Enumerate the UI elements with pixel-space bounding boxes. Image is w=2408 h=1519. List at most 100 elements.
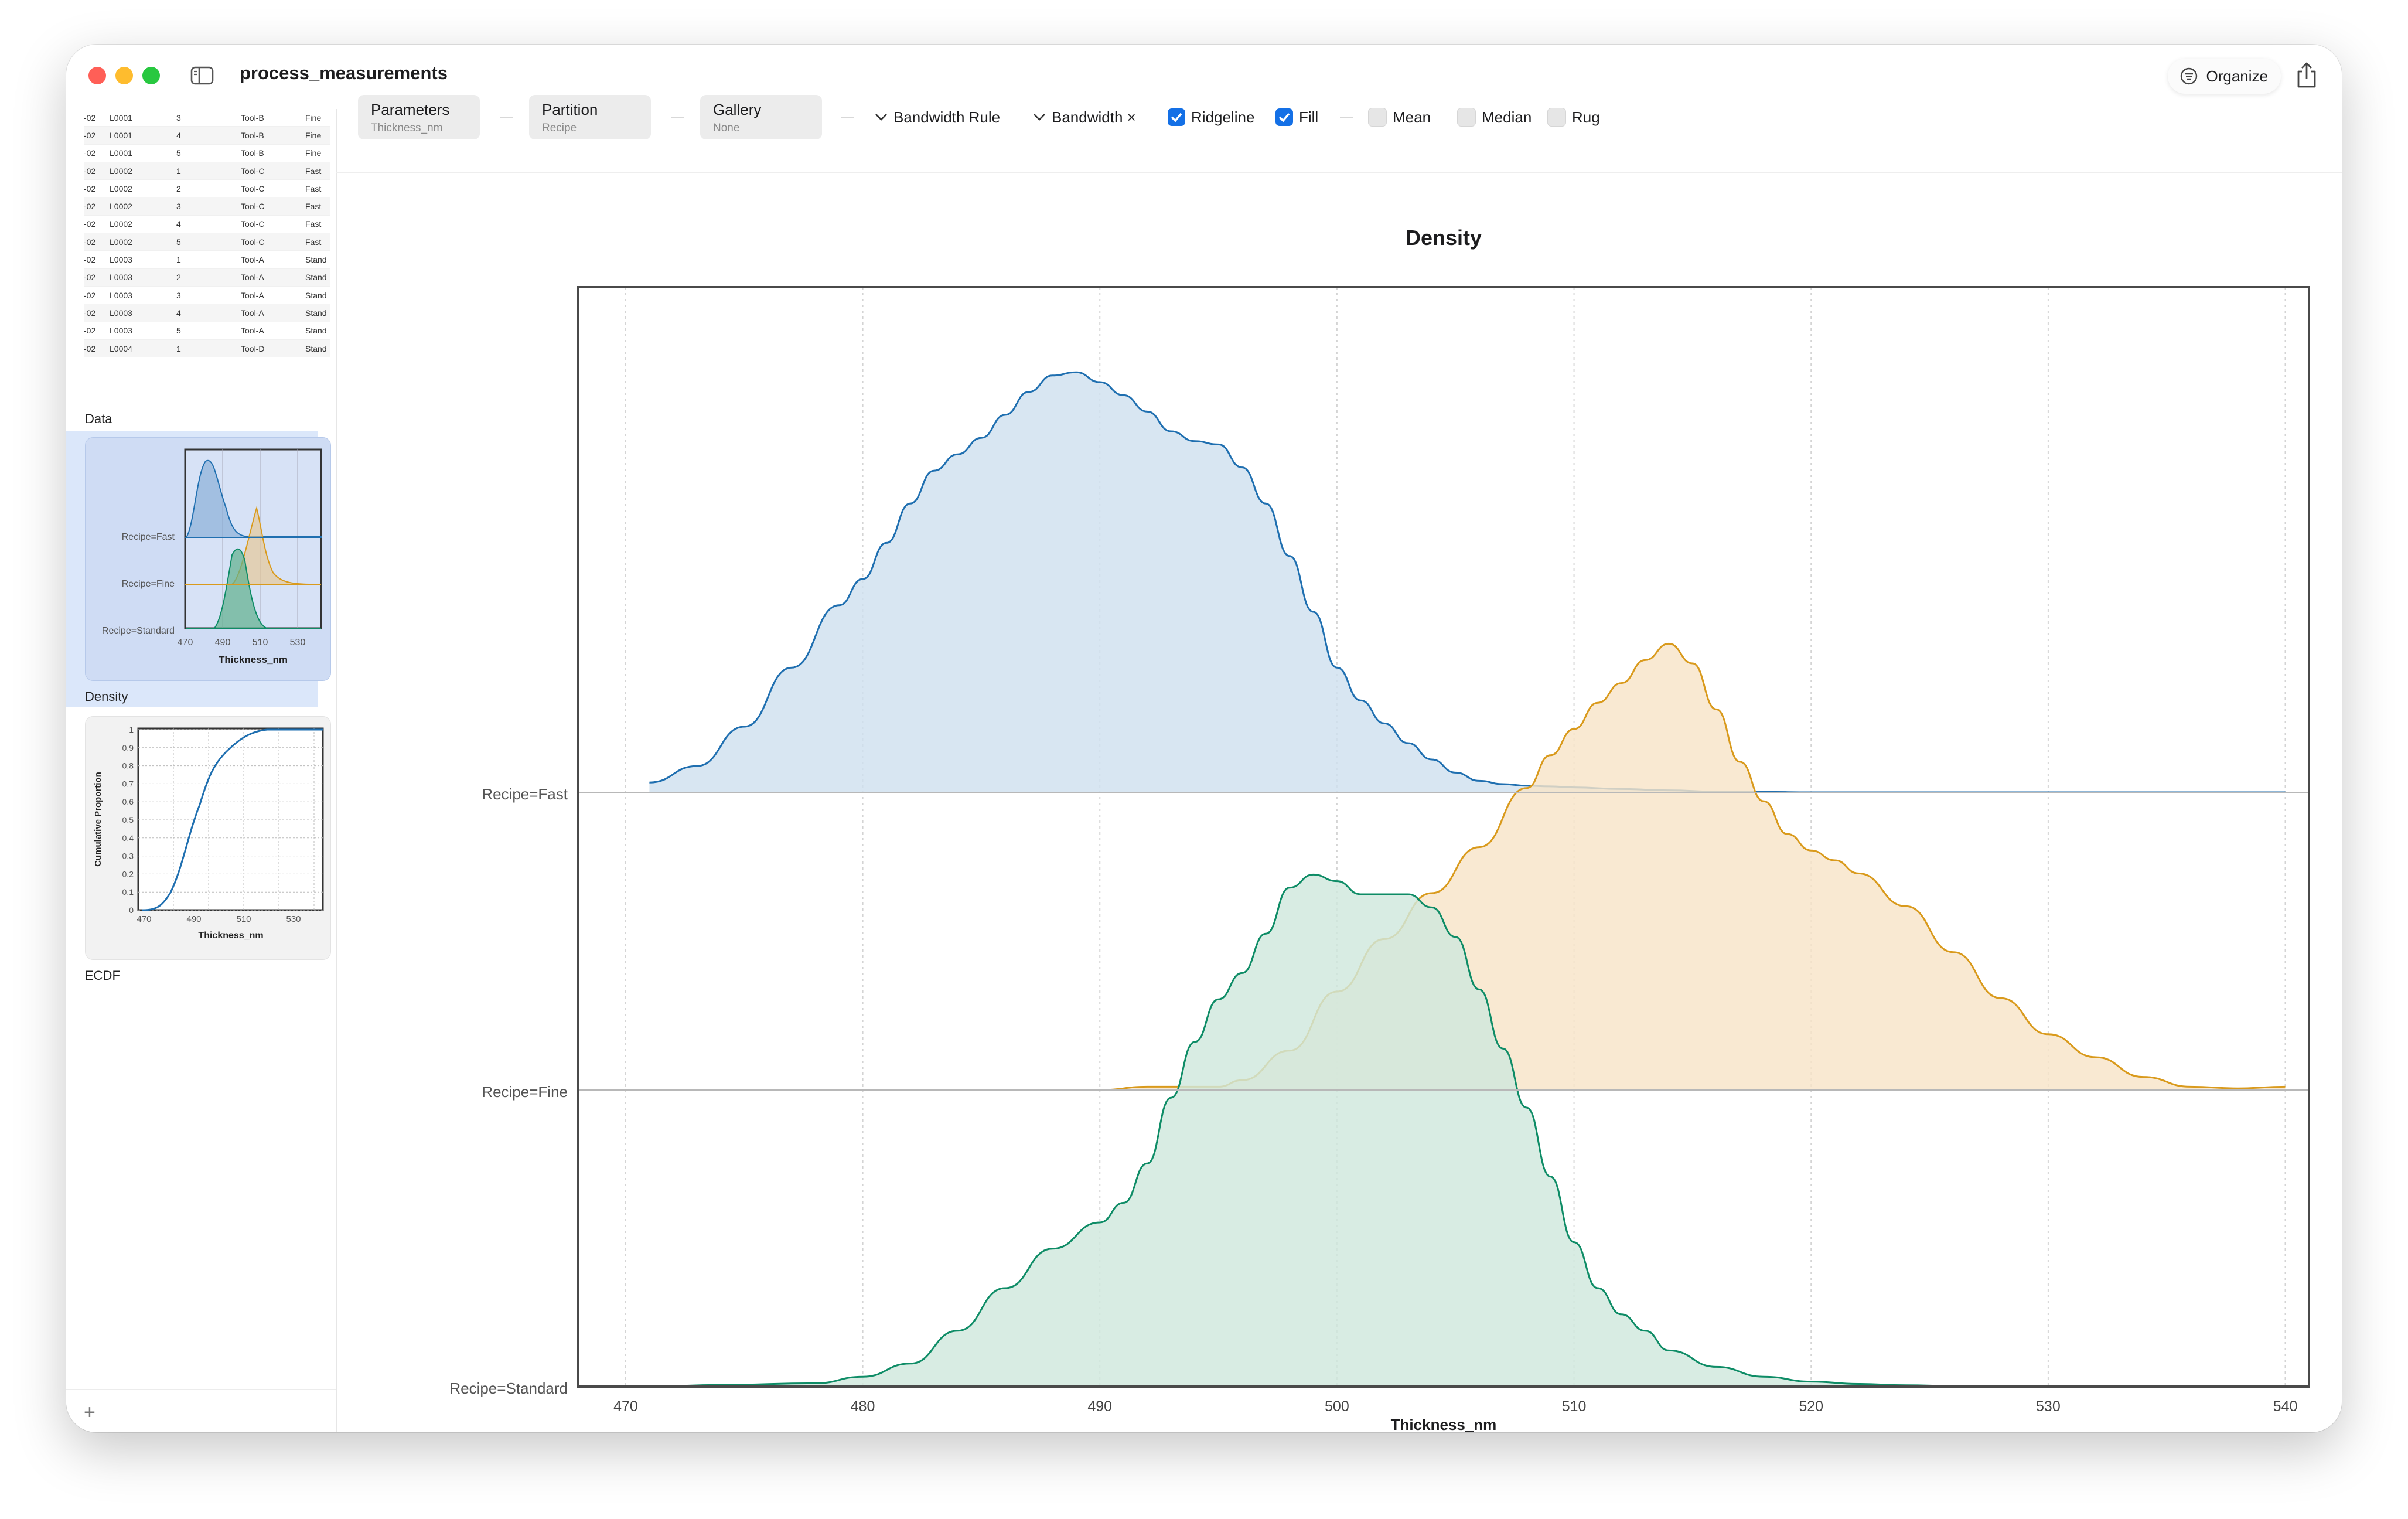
checkbox-unchecked-icon[interactable] [1547,108,1566,127]
add-analysis-button[interactable]: + [84,1401,95,1424]
table-cell: Tool-B [241,130,264,140]
organize-button[interactable]: Organize [2167,59,2281,94]
table-cell: Tool-C [241,183,265,193]
bandwidth-rule-dropdown[interactable]: Bandwidth Rule [875,105,1000,129]
checkbox-unchecked-icon[interactable] [1457,108,1476,127]
table-cell: Stand [305,290,327,300]
bandwidth-dropdown[interactable]: Bandwidth × [1033,105,1136,129]
table-row[interactable]: -02 L0003 1 Tool-A Stand [84,251,330,269]
table-row[interactable]: -02 L0004 1 Tool-D Stand [84,339,330,358]
table-row[interactable]: -02 L0002 2 Tool-C Fast [84,180,330,198]
ecdf-x-tick: 510 [236,914,251,924]
ecdf-y-tick: 0.2 [122,869,134,878]
close-window-button[interactable] [88,67,106,84]
ecdf-y-tick: 0.3 [122,852,134,861]
table-cell: -02 [84,219,96,229]
table-row[interactable]: -02 L0002 1 Tool-C Fast [84,162,330,180]
toolbar-separator [671,117,684,118]
table-cell: 3 [176,113,181,122]
toolbar-separator [841,117,854,118]
density-ridgeline-chart[interactable]: 470 480 490 500 510 520 530 540 Recipe=Fast Reci… [336,172,2342,1432]
gallery-chip[interactable]: Gallery None [700,95,822,139]
ecdf-thumbnail[interactable]: 0 0.1 0.2 0.3 0.4 0.5 0.6 0.7 0.8 0.9 1 470 490 51… [85,716,331,960]
minimize-window-button[interactable] [115,67,133,84]
ecdf-y-tick: 1 [129,725,134,734]
ecdf-y-tick: 0.5 [122,815,134,825]
thumb-x-tick: 530 [290,638,306,648]
ecdf-x-label: Thickness_nm [198,931,263,941]
x-tick-label: 500 [1325,1398,1349,1415]
median-checkbox[interactable]: Median [1457,105,1532,129]
organize-icon [2180,67,2197,85]
table-cell: 2 [176,183,181,193]
table-cell: Stand [305,273,327,282]
table-cell: L0001 [110,148,132,158]
density-thumbnail[interactable]: Recipe=Fast Recipe=Fine Recipe=Standard … [85,437,331,681]
sidebar-item-data-label[interactable]: Data [85,411,112,427]
table-row[interactable]: -02 L0003 5 Tool-A Stand [84,322,330,340]
density-area-1[interactable] [649,372,2286,792]
ridgeline-checkbox[interactable]: Ridgeline [1168,105,1254,129]
checkbox-checked-icon[interactable] [1168,108,1185,126]
sidebar-item-density-label[interactable]: Density [85,689,128,704]
table-row[interactable]: -02 L0001 3 Tool-B Fine [84,109,330,127]
table-cell: 5 [176,237,181,247]
chart-title: Density [1406,226,1482,250]
table-row[interactable]: -02L00042Tool-DStan [84,357,330,359]
table-row[interactable]: -02 L0001 4 Tool-B Fine [84,127,330,145]
x-axis-label: Thickness_nm [1391,1416,1497,1432]
chevron-down-icon [1034,114,1045,121]
table-cell: L0002 [110,237,132,247]
table-cell: -02 [84,326,96,336]
category-label: Recipe=Standard [449,1380,568,1397]
mean-checkbox[interactable]: Mean [1368,105,1431,129]
table-cell: L0002 [110,202,132,212]
fill-checkbox[interactable]: Fill [1275,105,1318,129]
table-cell: -02 [84,255,96,265]
sidebar-toggle-icon[interactable] [190,66,214,86]
rug-label: Rug [1572,108,1600,126]
table-row[interactable]: -02 L0002 3 Tool-C Fast [84,197,330,216]
ecdf-y-tick: 0 [129,905,134,915]
ecdf-x-tick: 530 [286,914,301,924]
table-row[interactable]: -02 L0001 5 Tool-B Fine [84,145,330,162]
partition-value: Recipe [542,122,577,134]
table-cell: Stand [305,308,327,318]
median-label: Median [1482,108,1532,126]
data-preview-table[interactable]: -02 L0001 3 Tool-B Fine -02 L0001 4 Tool-B Fine -0… [84,109,330,359]
x-tick-label: 510 [1562,1398,1587,1415]
table-row[interactable]: -02 L0002 5 Tool-C Fast [84,233,330,251]
table-row[interactable]: -02 L0003 2 Tool-A Stand [84,268,330,287]
ecdf-y-tick: 0.7 [122,779,134,788]
checkbox-unchecked-icon[interactable] [1368,108,1387,127]
parameters-chip[interactable]: Parameters Thickness_nm [358,95,480,139]
table-row[interactable]: -02 L0003 3 Tool-A Stand [84,287,330,305]
table-cell: 4 [176,130,181,140]
partition-chip[interactable]: Partition Recipe [529,95,651,139]
ecdf-x-tick: 490 [186,914,201,924]
table-cell: -02 [84,308,96,318]
bandwidth-label: Bandwidth × [1052,108,1136,126]
ecdf-y-tick: 0.8 [122,761,134,771]
checkbox-checked-icon[interactable] [1275,108,1293,126]
table-row[interactable]: -02 L0003 4 Tool-A Stand [84,304,330,322]
table-row[interactable]: -02 L0002 4 Tool-C Fast [84,216,330,234]
table-cell: Fast [305,183,322,193]
table-cell: Tool-B [241,113,264,122]
table-cell: Tool-D [241,343,265,353]
table-cell: -02 [84,166,96,176]
table-cell: L0002 [110,183,132,193]
table-cell: L0001 [110,130,132,140]
table-cell: Tool-A [241,255,264,265]
x-tick-label: 540 [2273,1398,2298,1415]
zoom-window-button[interactable] [142,67,160,84]
x-tick-label: 480 [851,1398,875,1415]
table-cell: -02 [84,183,96,193]
ecdf-y-tick: 0.1 [122,887,134,897]
rug-checkbox[interactable]: Rug [1547,105,1600,129]
table-cell: Fast [305,166,322,176]
sidebar-item-ecdf-label[interactable]: ECDF [85,968,120,983]
ecdf-x-tick: 470 [137,914,151,924]
share-icon[interactable] [2294,61,2320,90]
ecdf-y-tick: 0.6 [122,797,134,806]
